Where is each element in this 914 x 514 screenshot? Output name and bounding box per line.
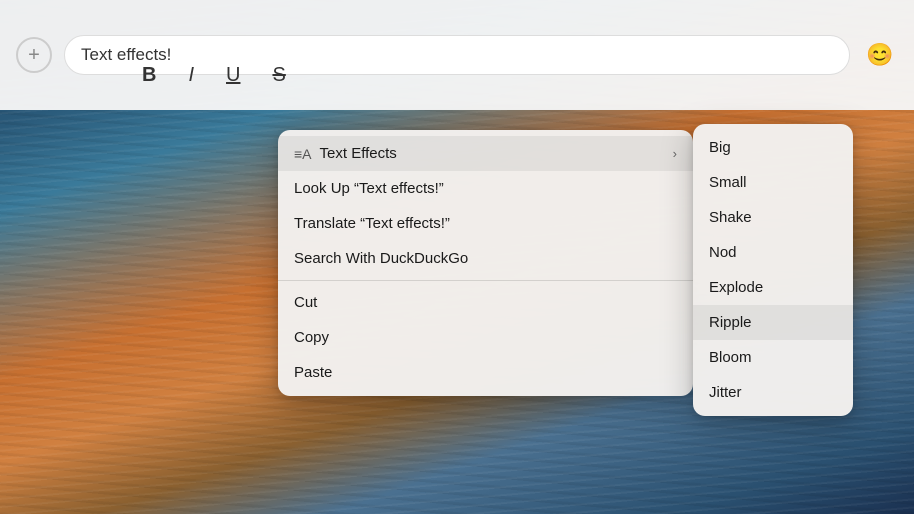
submenu-chevron-icon: ›	[673, 146, 677, 161]
effect-nod[interactable]: Nod	[693, 235, 853, 270]
effect-big[interactable]: Big	[693, 130, 853, 165]
look-up-menu-item[interactable]: Look Up “Text effects!”	[278, 171, 693, 206]
cut-label: Cut	[294, 294, 317, 311]
search-duckduckgo-label: Search With DuckDuckGo	[294, 250, 468, 267]
context-menu: ≡A Text Effects › Look Up “Text effects!…	[278, 130, 693, 396]
top-bar: + 😊	[0, 0, 914, 110]
add-button[interactable]: +	[16, 37, 52, 73]
emoji-button[interactable]: 😊	[862, 37, 898, 73]
italic-button[interactable]: I	[184, 60, 198, 91]
format-bar: B I U S	[126, 60, 302, 91]
effect-ripple[interactable]: Ripple	[693, 305, 853, 340]
copy-label: Copy	[294, 329, 329, 346]
effect-small[interactable]: Small	[693, 165, 853, 200]
text-effects-icon: ≡A	[294, 146, 312, 162]
underline-button[interactable]: U	[222, 60, 244, 91]
paste-label: Paste	[294, 364, 332, 381]
text-effects-submenu: Big Small Shake Nod Explode Ripple Bloom…	[693, 124, 853, 416]
translate-menu-item[interactable]: Translate “Text effects!”	[278, 206, 693, 241]
cut-menu-item[interactable]: Cut	[278, 285, 693, 320]
effect-explode[interactable]: Explode	[693, 270, 853, 305]
bold-button[interactable]: B	[138, 60, 160, 91]
copy-menu-item[interactable]: Copy	[278, 320, 693, 355]
effect-jitter[interactable]: Jitter	[693, 375, 853, 410]
plus-icon: +	[28, 44, 40, 67]
look-up-label: Look Up “Text effects!”	[294, 180, 444, 197]
translate-label: Translate “Text effects!”	[294, 215, 450, 232]
text-effects-left: ≡A Text Effects	[294, 145, 397, 162]
paste-menu-item[interactable]: Paste	[278, 355, 693, 390]
text-effects-label: Text Effects	[320, 145, 397, 162]
text-effects-menu-item[interactable]: ≡A Text Effects ›	[278, 136, 693, 171]
emoji-icon: 😊	[866, 42, 893, 68]
effect-bloom[interactable]: Bloom	[693, 340, 853, 375]
effect-shake[interactable]: Shake	[693, 200, 853, 235]
strikethrough-button[interactable]: S	[268, 60, 289, 91]
menu-divider-1	[278, 280, 693, 281]
search-duckduckgo-menu-item[interactable]: Search With DuckDuckGo	[278, 241, 693, 276]
